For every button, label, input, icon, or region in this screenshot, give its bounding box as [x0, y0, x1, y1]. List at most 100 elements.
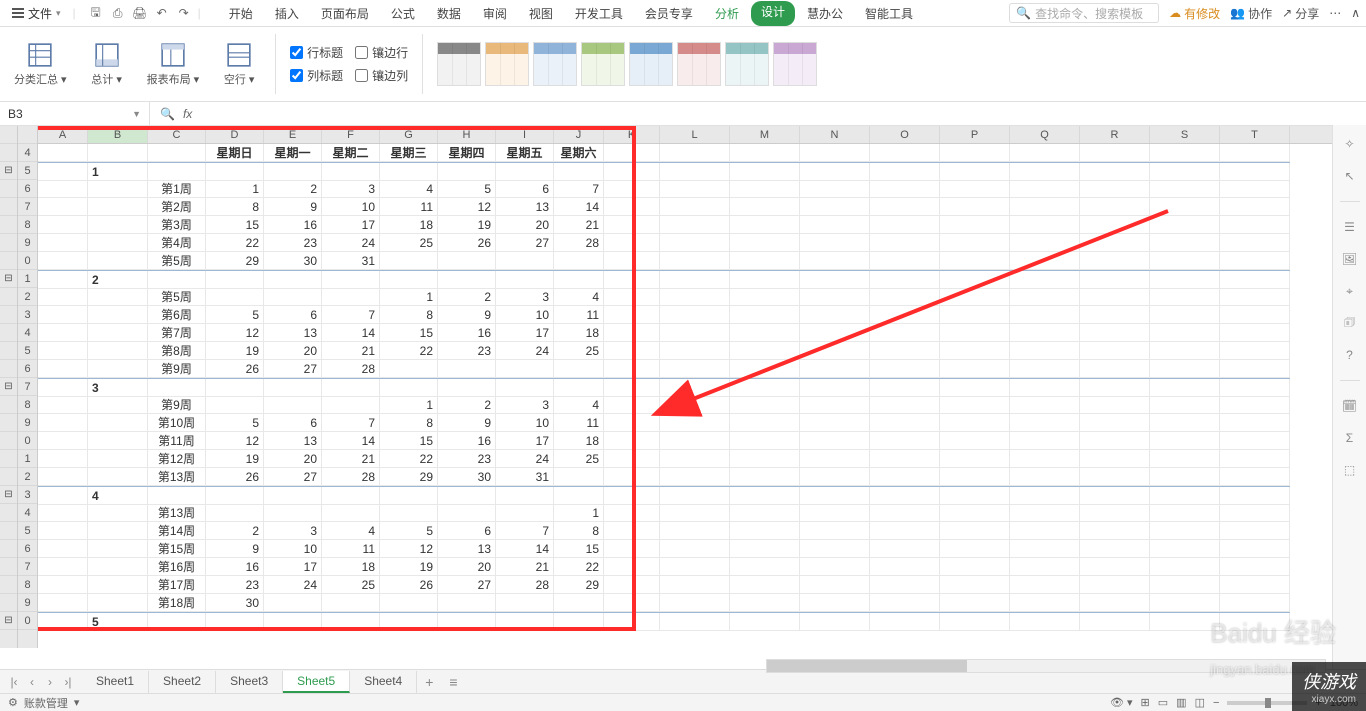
cell[interactable]	[940, 288, 1010, 306]
cell[interactable]	[38, 432, 88, 450]
cell[interactable]: 7	[554, 180, 604, 198]
cell[interactable]	[604, 450, 660, 468]
cell[interactable]: 第17周	[148, 576, 206, 594]
cell[interactable]	[1010, 576, 1080, 594]
cell[interactable]	[870, 504, 940, 522]
cell[interactable]	[940, 450, 1010, 468]
unsaved-changes-button[interactable]: ☁ 有修改	[1169, 5, 1220, 22]
outline-gutter[interactable]: ⊟⊟⊟⊟⊟	[0, 126, 18, 648]
sheet-tab-Sheet4[interactable]: Sheet4	[350, 671, 417, 693]
cell[interactable]	[940, 216, 1010, 234]
cell[interactable]	[800, 613, 870, 631]
cell[interactable]	[1080, 487, 1150, 505]
cell[interactable]: 16	[206, 558, 264, 576]
cell[interactable]	[148, 487, 206, 505]
cell[interactable]: 5	[88, 613, 148, 631]
cell[interactable]	[660, 522, 730, 540]
cell[interactable]	[1080, 594, 1150, 612]
cell[interactable]: 2	[438, 396, 496, 414]
cell[interactable]	[496, 613, 554, 631]
cell[interactable]: 22	[554, 558, 604, 576]
cell[interactable]	[322, 271, 380, 289]
cell[interactable]	[1220, 414, 1290, 432]
cell[interactable]	[730, 234, 800, 252]
cell[interactable]: 8	[380, 306, 438, 324]
cell[interactable]	[1010, 271, 1080, 289]
sparkle-icon[interactable]: ✧	[1341, 135, 1359, 153]
cell[interactable]	[1010, 252, 1080, 270]
row-header[interactable]: 4	[18, 324, 37, 342]
cell[interactable]	[322, 594, 380, 612]
cell[interactable]: 4	[88, 487, 148, 505]
cell[interactable]: 23	[264, 234, 322, 252]
cell[interactable]	[660, 163, 730, 181]
cell[interactable]: 1	[380, 288, 438, 306]
outline-toggle[interactable]: ⊟	[0, 270, 17, 288]
row-header-checkbox[interactable]: 行标题	[290, 44, 343, 61]
cell[interactable]	[206, 163, 264, 181]
pivot-style-4[interactable]	[629, 42, 673, 86]
cell[interactable]	[264, 396, 322, 414]
cell[interactable]	[800, 558, 870, 576]
cell[interactable]	[380, 379, 438, 397]
cell[interactable]	[88, 414, 148, 432]
cell[interactable]	[660, 252, 730, 270]
cell[interactable]	[554, 271, 604, 289]
row-header[interactable]: 4	[18, 504, 37, 522]
row-header[interactable]: 2	[18, 288, 37, 306]
cell[interactable]: 15	[380, 324, 438, 342]
cell[interactable]	[1080, 180, 1150, 198]
cell[interactable]	[38, 252, 88, 270]
cell[interactable]: 第11周	[148, 432, 206, 450]
cell[interactable]	[1220, 271, 1290, 289]
cell[interactable]	[730, 594, 800, 612]
cell[interactable]	[870, 468, 940, 486]
cell[interactable]	[604, 576, 660, 594]
cell[interactable]	[940, 360, 1010, 378]
cell[interactable]: 12	[206, 324, 264, 342]
cell[interactable]	[206, 487, 264, 505]
blank-rows-button[interactable]: 空行 ▾	[217, 39, 261, 89]
cell[interactable]	[496, 487, 554, 505]
sum-icon[interactable]: Σ	[1341, 429, 1359, 447]
share-button[interactable]: ↗ 分享	[1282, 5, 1319, 22]
cell[interactable]: 9	[264, 198, 322, 216]
cell[interactable]	[438, 594, 496, 612]
cell[interactable]	[1080, 216, 1150, 234]
col-header-N[interactable]: N	[800, 126, 870, 143]
cell[interactable]	[800, 487, 870, 505]
sheet-tab-Sheet5[interactable]: Sheet5	[283, 671, 350, 693]
cell[interactable]	[1220, 163, 1290, 181]
cell[interactable]	[38, 234, 88, 252]
col-header-B[interactable]: B	[88, 126, 148, 143]
cell[interactable]	[38, 487, 88, 505]
outline-toggle[interactable]	[0, 288, 17, 306]
pivot-style-7[interactable]	[773, 42, 817, 86]
cell[interactable]	[496, 594, 554, 612]
cell[interactable]: 16	[264, 216, 322, 234]
cell[interactable]	[38, 414, 88, 432]
cell[interactable]	[604, 504, 660, 522]
cell[interactable]	[88, 450, 148, 468]
cell[interactable]: 1	[206, 180, 264, 198]
cell[interactable]	[1080, 558, 1150, 576]
cell[interactable]	[870, 450, 940, 468]
row-header[interactable]: 4	[18, 144, 37, 162]
cell[interactable]: 4	[554, 396, 604, 414]
cell[interactable]	[1010, 414, 1080, 432]
cell[interactable]: 8	[380, 414, 438, 432]
cell[interactable]	[1010, 198, 1080, 216]
cell[interactable]	[148, 613, 206, 631]
cell[interactable]	[800, 163, 870, 181]
cell[interactable]	[660, 613, 730, 631]
cell[interactable]: 24	[496, 450, 554, 468]
row-header[interactable]: 7	[18, 198, 37, 216]
tab-页面布局[interactable]: 页面布局	[311, 1, 379, 26]
pivot-style-5[interactable]	[677, 42, 721, 86]
view-split-icon[interactable]: ◫	[1195, 696, 1205, 709]
cell[interactable]	[1010, 504, 1080, 522]
cell[interactable]	[264, 487, 322, 505]
cell[interactable]	[1220, 234, 1290, 252]
cell[interactable]	[148, 379, 206, 397]
name-box[interactable]: B3 ▼	[0, 102, 150, 125]
